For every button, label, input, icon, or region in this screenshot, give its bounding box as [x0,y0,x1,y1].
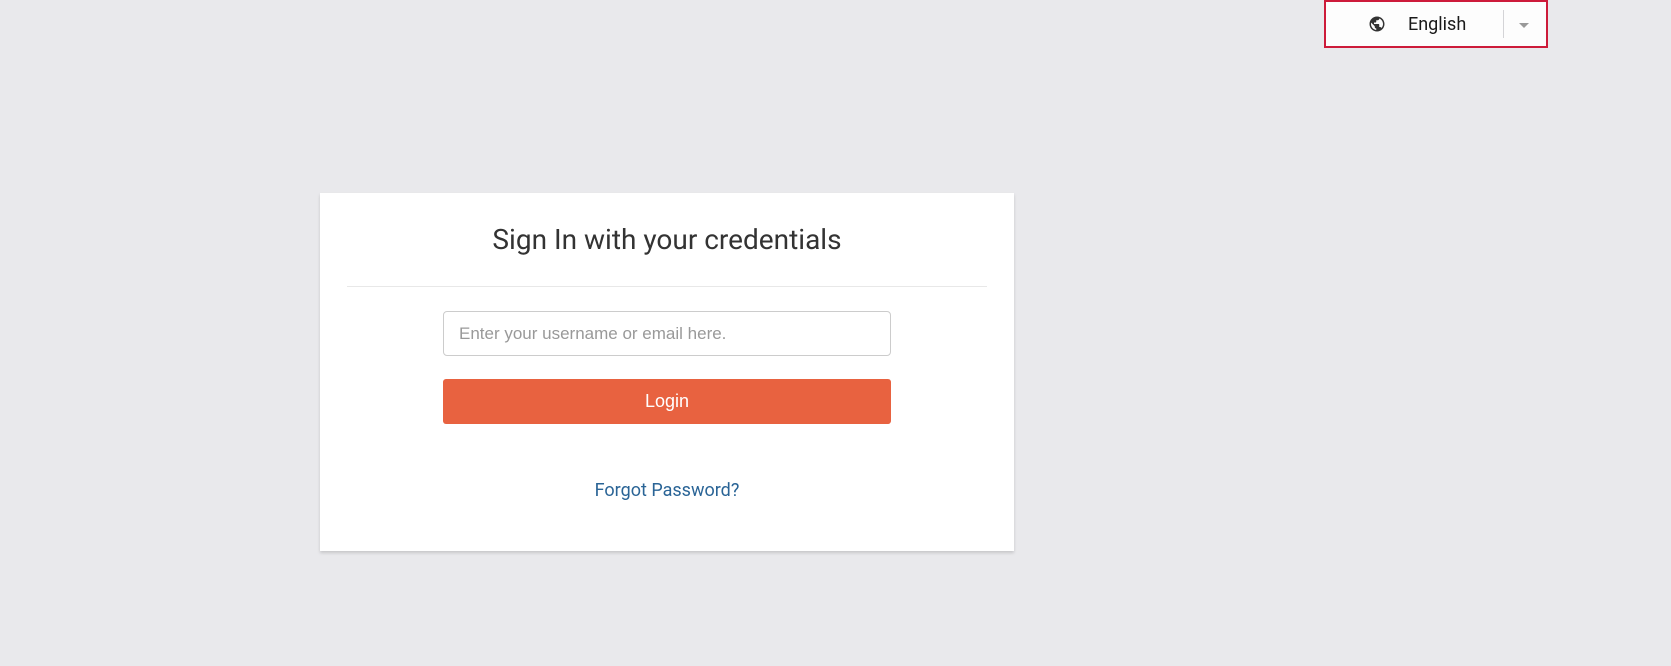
login-button[interactable]: Login [443,379,891,424]
divider [1503,10,1504,38]
login-heading: Sign In with your credentials [320,193,1014,286]
language-label: English [1408,14,1466,35]
username-input[interactable] [443,311,891,356]
forgot-password-link[interactable]: Forgot Password? [595,480,740,501]
language-selector[interactable]: English [1324,0,1548,48]
login-form: Login Forgot Password? [320,287,1014,501]
chevron-down-icon [1518,15,1530,34]
globe-icon [1368,15,1386,33]
login-card: Sign In with your credentials Login Forg… [320,193,1014,551]
